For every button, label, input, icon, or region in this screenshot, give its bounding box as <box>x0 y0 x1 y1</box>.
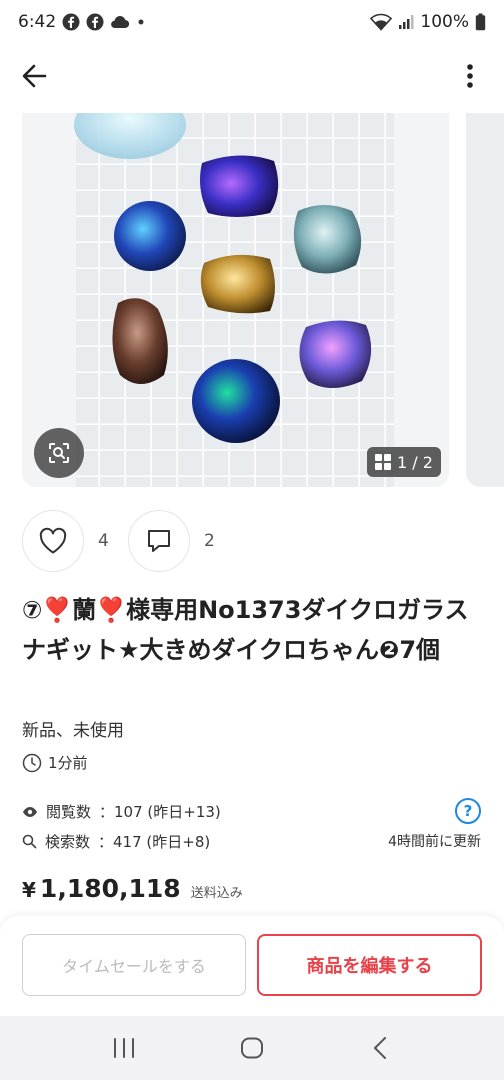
price-shipping-note: 送料込み <box>190 886 243 901</box>
system-back-button[interactable] <box>350 1026 410 1070</box>
home-button[interactable] <box>222 1026 282 1070</box>
views-label: 閲覧数 <box>46 803 92 821</box>
system-nav-bar <box>0 1016 504 1080</box>
eye-icon <box>23 806 37 817</box>
battery-icon <box>475 13 486 31</box>
wifi-icon <box>370 13 393 31</box>
help-button[interactable]: ? <box>455 798 481 824</box>
timesale-button[interactable]: タイムセールをする <box>22 934 246 996</box>
views-stat: 閲覧数 ：107 (昨日+13) <box>22 801 221 822</box>
edit-item-button[interactable]: 商品を編集する <box>257 934 482 996</box>
facebook-icon <box>86 13 104 31</box>
heart-icon <box>39 527 67 554</box>
status-left: 6:42 <box>18 12 146 32</box>
more-button[interactable] <box>450 56 490 96</box>
views-value: ：107 (昨日+13) <box>99 803 221 821</box>
search-label: 検索数 <box>45 833 91 851</box>
price: ¥ 1,180,118 送料込み <box>22 874 243 903</box>
image-search-icon <box>49 443 69 463</box>
status-time: 6:42 <box>18 12 57 32</box>
home-icon <box>241 1037 263 1059</box>
comment-icon <box>148 530 170 552</box>
product-photo[interactable] <box>22 113 449 487</box>
arrow-left-icon <box>22 64 47 88</box>
chevron-left-icon <box>374 1037 386 1059</box>
app-bar <box>0 46 504 104</box>
search-stat: 検索数 ：417 (昨日+8) <box>22 831 210 852</box>
item-title: ⑦❣️蘭❣️様専用No1373ダイクロガラスナギット★大きめダイクロちゃん❷7個 <box>22 596 469 664</box>
price-amount: 1,180,118 <box>39 874 181 903</box>
dot-icon <box>136 17 146 27</box>
grid-icon <box>375 454 391 470</box>
bottom-action-panel: タイムセールをする 商品を編集する <box>0 916 504 1016</box>
like-action: 4 <box>22 510 109 572</box>
comment-count: 2 <box>204 531 215 551</box>
image-counter[interactable]: 1 / 2 <box>367 447 441 477</box>
recent-apps-icon <box>114 1038 134 1058</box>
more-vert-icon <box>467 64 473 88</box>
search-icon <box>22 834 37 849</box>
product-photo-image <box>22 113 449 487</box>
cloud-icon <box>110 15 130 29</box>
image-search-button[interactable] <box>34 428 84 478</box>
image-carousel[interactable] <box>0 113 504 489</box>
search-value: ：417 (昨日+8) <box>98 833 211 851</box>
like-button[interactable] <box>22 510 84 572</box>
item-condition: 新品、未使用 <box>22 721 124 741</box>
posted-text: 1分前 <box>48 754 88 772</box>
status-bar: 6:42 100% <box>0 0 504 44</box>
next-photo-preview[interactable] <box>466 113 504 487</box>
like-count: 4 <box>98 531 109 551</box>
status-right: 100% <box>370 12 486 32</box>
updated-text: 4時間前に更新 <box>388 834 481 850</box>
clock-icon <box>22 753 42 772</box>
recent-apps-button[interactable] <box>94 1026 154 1070</box>
price-currency: ¥ <box>22 878 36 902</box>
signal-icon <box>398 14 414 30</box>
image-counter-text: 1 / 2 <box>397 452 433 472</box>
facebook-icon <box>62 13 80 31</box>
posted-time: 1分前 <box>22 752 88 773</box>
comment-action: 2 <box>128 510 215 572</box>
comment-button[interactable] <box>128 510 190 572</box>
battery-text: 100% <box>420 12 469 32</box>
back-button[interactable] <box>14 56 54 96</box>
